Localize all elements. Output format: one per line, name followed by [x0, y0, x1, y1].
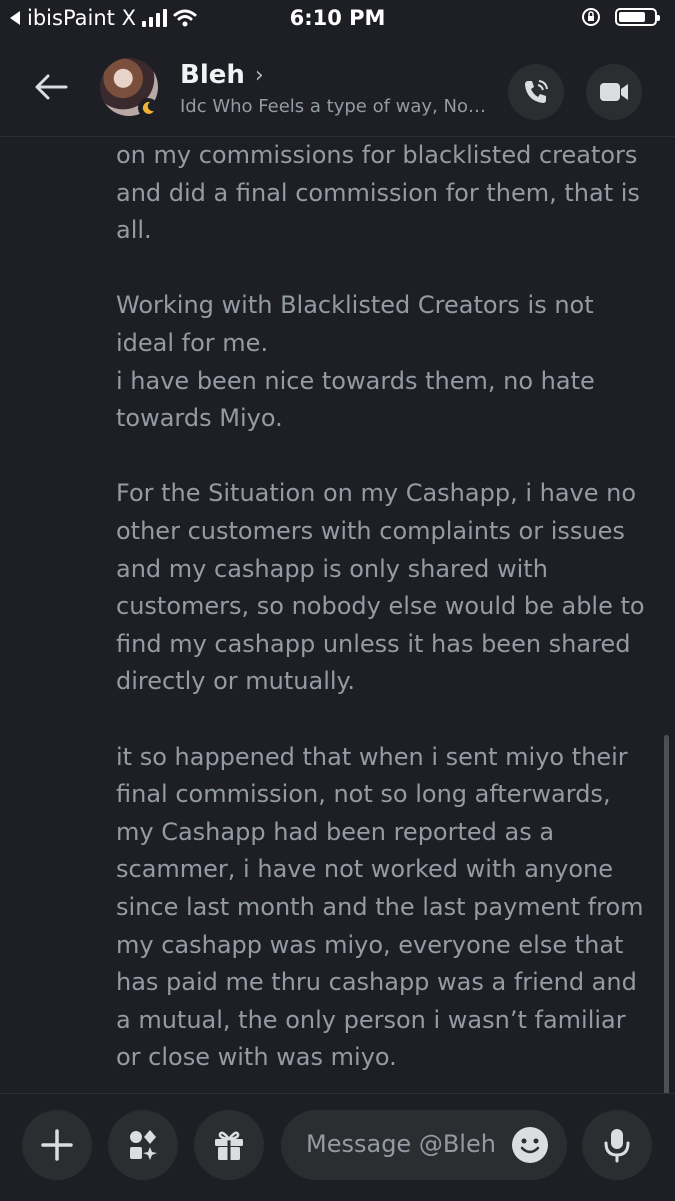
status-bar: ibisPaint X 6:10 PM — [0, 0, 675, 40]
chat-header: Bleh › Idc Who Feels a type of way, No… — [0, 40, 675, 137]
microphone-icon — [604, 1129, 630, 1163]
message-line: i have been nice towards them, no hate — [116, 366, 595, 395]
message-line: and my cashapp is only shared with — [116, 554, 548, 583]
voice-call-button[interactable] — [508, 64, 564, 120]
message-line: Working with Blacklisted Creators is not — [116, 291, 594, 320]
back-button[interactable] — [26, 62, 76, 112]
message-line: For the Situation on my Cashapp, i have … — [116, 479, 637, 508]
custom-status: Idc Who Feels a type of way, No… — [180, 96, 486, 117]
message-line: a mutual, the only person i wasn’t famil… — [116, 1005, 626, 1034]
video-call-button[interactable] — [586, 64, 642, 120]
message-line: final commission, not so long afterwards… — [116, 780, 611, 809]
battery-level-fill — [619, 12, 645, 22]
message-list[interactable]: on my commissions for blacklisted creato… — [0, 137, 675, 1093]
add-attachment-button[interactable] — [22, 1110, 92, 1180]
emoji-icon[interactable] — [511, 1126, 549, 1164]
voice-message-button[interactable] — [582, 1110, 652, 1180]
message-line: my cashapp was miyo, everyone else that — [116, 930, 624, 959]
gift-button[interactable] — [194, 1110, 264, 1180]
message-composer: Message @Bleh — [0, 1093, 675, 1201]
message-line: or close with was miyo. — [116, 1043, 397, 1072]
message-line: find my cashapp unless it has been share… — [116, 629, 631, 658]
message-line: directly or mutually. — [116, 667, 355, 696]
video-camera-icon — [600, 83, 628, 101]
message-input[interactable]: Message @Bleh — [281, 1110, 567, 1180]
contact-name: Bleh — [180, 60, 245, 90]
apps-button[interactable] — [108, 1110, 178, 1180]
status-time: 6:10 PM — [289, 6, 386, 30]
back-arrow-icon — [35, 74, 68, 100]
plus-icon — [41, 1129, 73, 1161]
apps-icon — [130, 1130, 157, 1160]
message-line: towards Miyo. — [116, 404, 283, 433]
message-line: ideal for me. — [116, 329, 269, 357]
message-input-placeholder: Message @Bleh — [306, 1130, 496, 1158]
message-line: scammer, i have not worked with anyone — [116, 855, 613, 884]
gift-icon — [215, 1131, 243, 1160]
message-line: customers, so nobody else would be able … — [116, 592, 645, 621]
orientation-lock-icon — [582, 8, 600, 26]
moon-badge-icon — [138, 98, 158, 118]
message-line: on my commissions for blacklisted creato… — [116, 141, 638, 169]
message-line: has paid me thru cashapp was a friend an… — [116, 968, 637, 997]
chevron-right-icon: › — [254, 62, 264, 88]
message-line: other customers with complaints or issue… — [116, 517, 625, 545]
scrollbar[interactable] — [664, 735, 669, 1093]
profile-link[interactable]: Bleh › — [180, 60, 264, 90]
phone-call-icon — [525, 80, 548, 103]
message-line: all. — [116, 216, 152, 245]
battery-icon — [615, 8, 660, 26]
message-line: my Cashapp had been reported as a — [116, 817, 555, 846]
message-line: and did a final commission for them, tha… — [116, 178, 640, 207]
message-line: it so happened that when i sent miyo the… — [116, 742, 628, 771]
message-line: since last month and the last payment fr… — [116, 893, 644, 921]
